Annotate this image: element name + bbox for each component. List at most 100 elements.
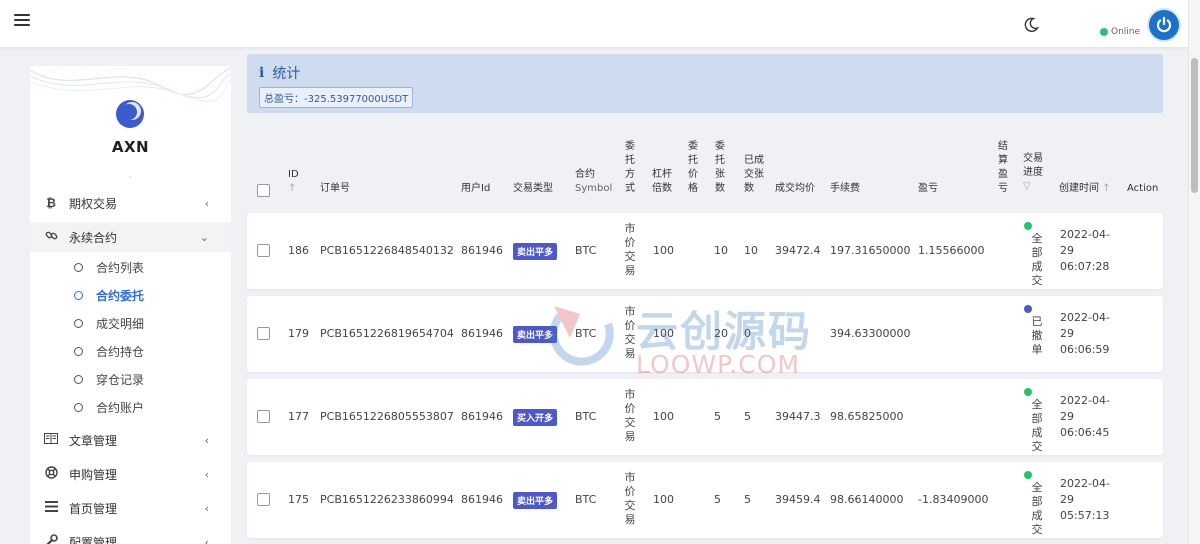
cell-symbol: BTC	[575, 327, 597, 340]
submenu-contract-list[interactable]: 合约列表	[30, 254, 231, 280]
online-label: Online	[1111, 27, 1141, 37]
sidebar-item-label: 永续合约	[69, 230, 118, 245]
submenu-trade-details[interactable]: 成交明细	[30, 310, 231, 336]
sidebar-item-label: 期权交易	[69, 196, 118, 211]
cell-order-no: PCB1651226233860994	[320, 493, 454, 506]
status-text: 全部成交	[1031, 398, 1043, 453]
created-date: 2022-04-	[1060, 311, 1110, 324]
col-order-no: 订单号	[320, 183, 350, 194]
row-checkbox[interactable]	[257, 493, 270, 506]
created-time: 06:07:28	[1060, 260, 1110, 273]
submenu-contract-accounts[interactable]: 合约账户	[30, 394, 231, 420]
sidebar: AXN · ₿ 期权交易 ‹ 永续合约 ⌄ 合约列表 合约委托 成交明细 合约持…	[30, 66, 231, 544]
col-settle-pnl: 结算盈亏	[998, 141, 1008, 194]
table-row: 175 PCB1651226233860994 861946 卖出平多 BTC …	[247, 462, 1163, 538]
cell-filled-qty: 10	[744, 244, 758, 257]
submenu-label: 合约列表	[96, 260, 145, 275]
stats-panel: i 统计 总盈亏：-325.53977000USDT	[247, 54, 1163, 113]
sidebar-item-label: 配置管理	[69, 535, 118, 544]
col-progress[interactable]: 交易进度 ▽	[1023, 152, 1045, 194]
col-created[interactable]: 创建时间 ↑	[1059, 182, 1111, 196]
circle-icon	[74, 374, 83, 384]
col-trade-type: 交易类型	[513, 183, 553, 194]
row-checkbox[interactable]	[257, 244, 270, 257]
cell-pnl: 1.15566000	[918, 244, 985, 257]
sidebar-item-options-trading[interactable]: ₿ 期权交易 ‹	[30, 188, 231, 218]
status-dot-icon	[1024, 388, 1032, 396]
created-time: 06:06:45	[1060, 426, 1110, 439]
table-header: ID ↑ 订单号 用户Id 交易类型 合约 Symbol 委托方式 杠杆倍数 委托价…	[247, 128, 1163, 208]
submenu-label: 成交明细	[96, 316, 145, 331]
sidebar-item-label: 文章管理	[69, 433, 118, 448]
filter-icon[interactable]: ▽	[1023, 181, 1031, 192]
cell-leverage: 100	[653, 493, 674, 506]
col-symbol: 合约 Symbol	[575, 168, 612, 196]
cell-order-mode: 市价交易	[624, 305, 636, 360]
chevron-left-icon: ‹	[204, 196, 209, 210]
online-status: Online	[1100, 27, 1140, 37]
cell-symbol: BTC	[575, 410, 597, 423]
submenu-liquidation-records[interactable]: 穿仓记录	[30, 366, 231, 392]
hamburger-menu-icon[interactable]	[14, 14, 30, 28]
cell-id: 186	[288, 244, 309, 257]
cell-user-id: 861946	[461, 244, 503, 257]
col-id[interactable]: ID ↑	[288, 168, 299, 196]
col-order-qty: 委托张数	[715, 141, 725, 194]
col-symbol-cn: 合约	[575, 169, 595, 180]
circle-icon	[74, 290, 83, 300]
status-text: 全部成交	[1031, 481, 1043, 536]
bitcoin-icon: ₿	[46, 196, 56, 210]
cell-fee: 394.63300000	[830, 327, 911, 340]
status-text: 全部成交	[1031, 232, 1043, 287]
created-time: 05:57:13	[1060, 509, 1110, 522]
select-all-checkbox[interactable]	[257, 184, 270, 197]
submenu-label: 合约账户	[96, 400, 145, 415]
brand-name: AXN	[111, 138, 150, 156]
row-checkbox[interactable]	[257, 410, 270, 423]
cell-order-qty: 10	[714, 244, 728, 257]
cell-order-qty: 5	[714, 410, 721, 423]
sidebar-item-config-management[interactable]: 配置管理 ‹	[30, 527, 231, 544]
cell-order-no: PCB1651226805553807	[320, 410, 454, 423]
cell-id: 175	[288, 493, 309, 506]
col-progress-label: 交易进度	[1023, 153, 1043, 178]
sidebar-item-article-management[interactable]: 文章管理 ‹	[30, 425, 231, 455]
sidebar-item-homepage-management[interactable]: 首页管理 ‹	[30, 493, 231, 523]
trade-type-badge: 卖出平多	[513, 326, 558, 343]
cell-user-id: 861946	[461, 410, 503, 423]
cell-user-id: 861946	[461, 327, 503, 340]
created-date: 2022-04-	[1060, 394, 1110, 407]
row-checkbox[interactable]	[257, 327, 270, 340]
page-scrollbar[interactable]	[1188, 0, 1200, 544]
col-order-mode: 委托方式	[625, 141, 635, 194]
dark-mode-moon-icon[interactable]	[1023, 17, 1039, 33]
submenu-contract-orders[interactable]: 合约委托	[30, 282, 231, 308]
brand-logo-icon	[116, 100, 144, 128]
sort-up-icon: ↑	[288, 183, 297, 194]
cell-progress: 全部成交	[1023, 388, 1053, 454]
submenu-contract-positions[interactable]: 合约持仓	[30, 338, 231, 364]
cell-order-no: PCB1651226848540132	[320, 244, 454, 257]
stats-title: i 统计	[259, 63, 300, 83]
cell-leverage: 100	[653, 244, 674, 257]
sidebar-item-subscription-management[interactable]: 申购管理 ‹	[30, 459, 231, 489]
cell-user-id: 861946	[461, 493, 503, 506]
cell-created: 2022-04- 29 06:06:45	[1060, 393, 1110, 441]
table-row: 179 PCB1651226819654704 861946 卖出平多 BTC …	[247, 296, 1163, 372]
trade-type-badge: 买入开多	[513, 409, 558, 426]
cell-fee: 98.65825000	[830, 410, 904, 423]
user-avatar-power-button[interactable]	[1147, 8, 1181, 42]
scrollbar-thumb[interactable]	[1191, 58, 1198, 193]
book-icon	[44, 433, 58, 447]
chevron-left-icon: ‹	[204, 535, 209, 544]
info-icon: i	[259, 65, 265, 81]
life-ring-icon	[44, 466, 58, 482]
sidebar-item-perpetual-contracts[interactable]: 永续合约 ⌄	[30, 222, 231, 252]
cell-filled-qty: 5	[744, 410, 751, 423]
table-row: 177 PCB1651226805553807 861946 买入开多 BTC …	[247, 379, 1163, 455]
cell-order-mode: 市价交易	[624, 222, 636, 277]
col-action: Action	[1127, 183, 1159, 194]
chevron-left-icon: ‹	[204, 501, 209, 515]
circle-icon	[74, 318, 83, 328]
wrench-icon	[44, 534, 58, 544]
